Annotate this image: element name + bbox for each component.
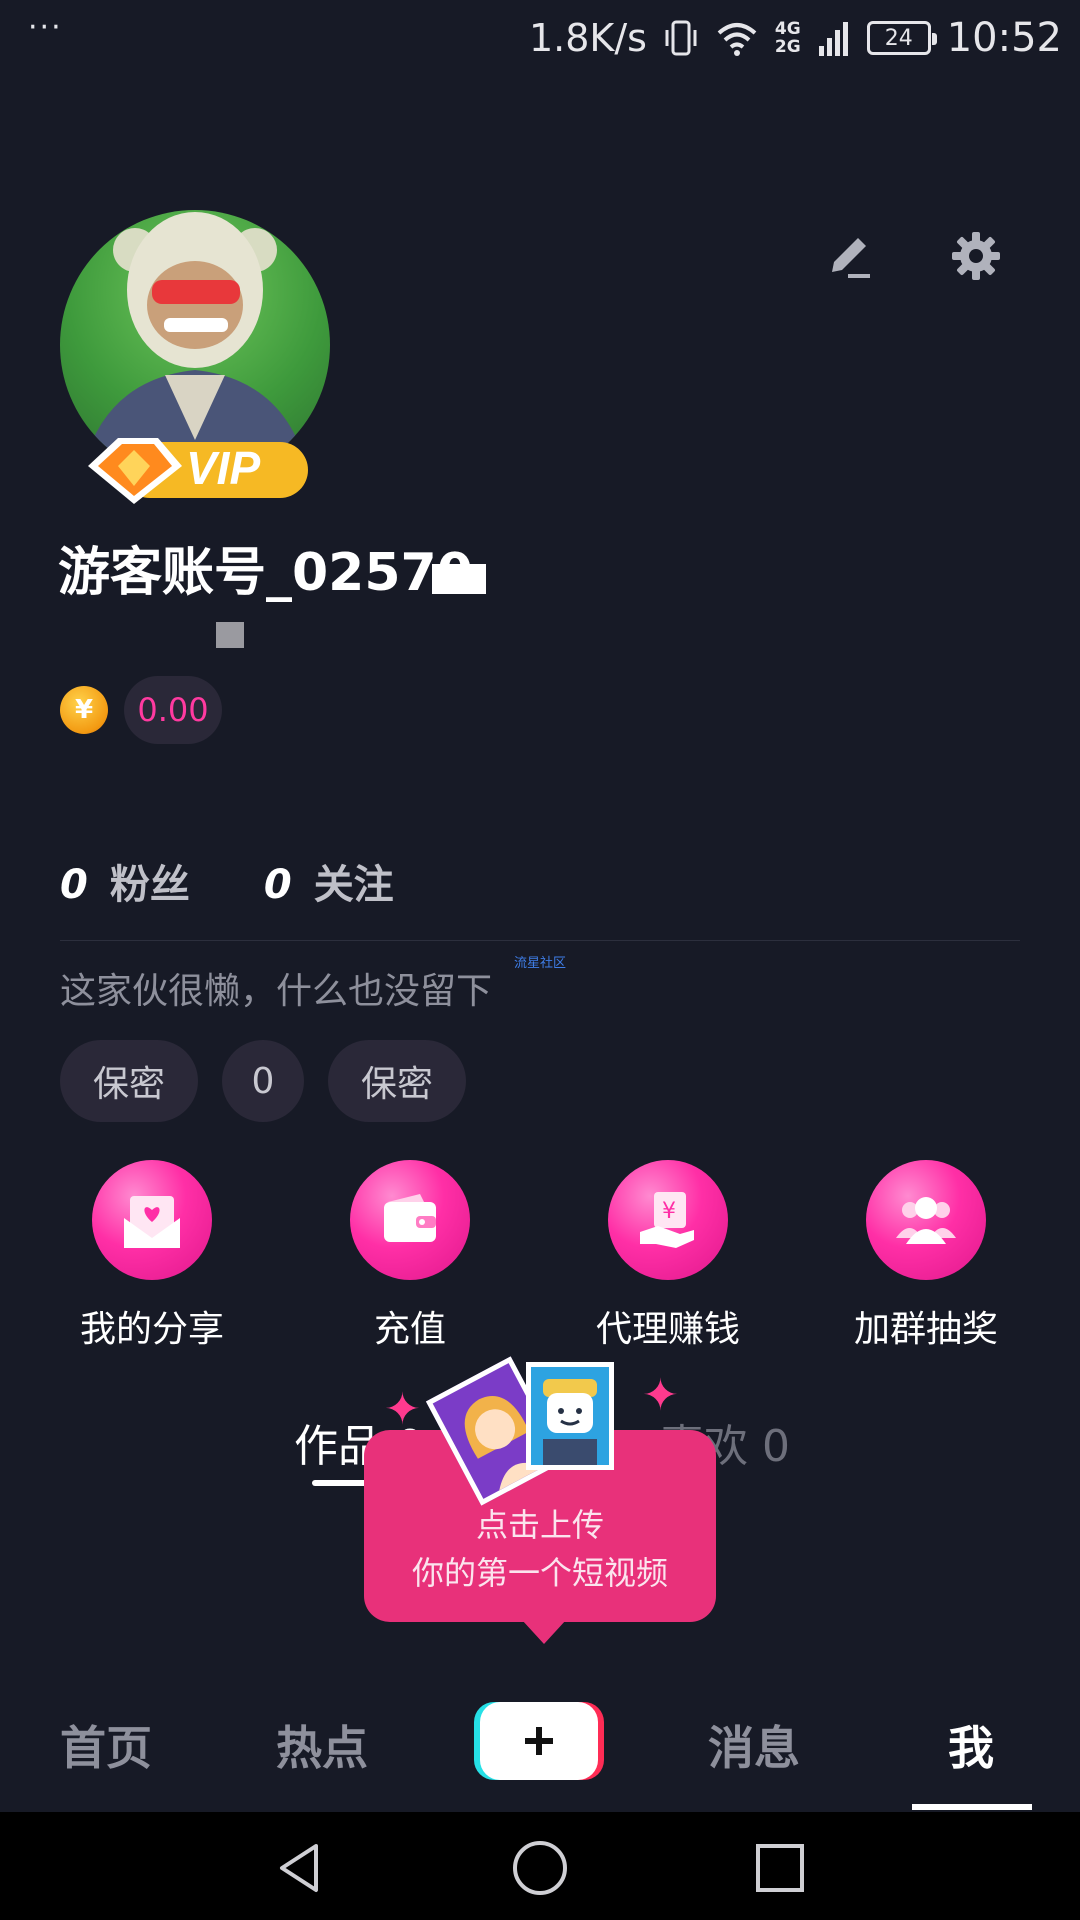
age-tag: 0 bbox=[222, 1040, 304, 1122]
status-menu-dots: ··· bbox=[28, 10, 63, 45]
recharge-button[interactable]: 充值 bbox=[300, 1160, 520, 1352]
hand-money-icon: ¥ bbox=[608, 1160, 728, 1280]
bottom-nav: 首页 热点 消息 我 bbox=[0, 1690, 1080, 1810]
join-group-button[interactable]: 加群抽奖 bbox=[816, 1160, 1036, 1352]
svg-text:¥: ¥ bbox=[662, 1199, 676, 1224]
boy-photo-icon bbox=[526, 1362, 614, 1470]
upload-plus-button[interactable] bbox=[480, 1702, 598, 1780]
coin-icon: ¥ bbox=[60, 686, 108, 734]
following-count[interactable]: 0 bbox=[264, 862, 292, 908]
my-share-label: 我的分享 bbox=[79, 1309, 224, 1350]
placeholder-square bbox=[216, 622, 244, 648]
net-speed: 1.8K/s bbox=[528, 16, 647, 60]
wallet-icon bbox=[350, 1160, 470, 1280]
network-top: 4G bbox=[774, 19, 801, 39]
gear-icon[interactable] bbox=[948, 228, 1004, 284]
my-share-button[interactable]: 我的分享 bbox=[42, 1160, 262, 1352]
sparkle-icon: ✦ bbox=[642, 1370, 679, 1421]
follow-stats: 0 粉丝 0 关注 bbox=[60, 852, 468, 910]
tooltip-line-1: 点击上传 bbox=[475, 1506, 604, 1544]
bio-text: 这家伙很懒，什么也没留下 bbox=[60, 971, 493, 1012]
share-envelope-icon bbox=[92, 1160, 212, 1280]
join-group-label: 加群抽奖 bbox=[853, 1309, 998, 1350]
agent-earn-button[interactable]: ¥ 代理赚钱 bbox=[558, 1160, 778, 1352]
watermark-text: 流星社区 bbox=[514, 956, 567, 971]
gender-tag: 保密 bbox=[60, 1040, 198, 1122]
recents-icon[interactable] bbox=[752, 1840, 808, 1896]
vibrate-icon bbox=[665, 20, 697, 56]
agent-earn-label: 代理赚钱 bbox=[595, 1309, 740, 1350]
following-label[interactable]: 关注 bbox=[314, 852, 394, 910]
username: 游客账号_02570 bbox=[58, 543, 473, 603]
edit-icon[interactable] bbox=[822, 228, 878, 284]
group-icon bbox=[866, 1160, 986, 1280]
redaction-block bbox=[432, 564, 486, 594]
nav-hot[interactable]: 热点 bbox=[276, 1712, 368, 1778]
recharge-label: 充值 bbox=[373, 1309, 446, 1350]
profile-tags: 保密 0 保密 bbox=[60, 1040, 466, 1122]
status-bar: ··· 1.8K/s 4G 2G 24 10:52 bbox=[0, 0, 1080, 76]
nav-me[interactable]: 我 bbox=[948, 1712, 994, 1778]
vip-badge: VIP bbox=[88, 438, 308, 504]
system-nav-bar bbox=[0, 1812, 1080, 1920]
location-tag: 保密 bbox=[328, 1040, 466, 1122]
balance-value[interactable]: 0.00 bbox=[124, 676, 222, 744]
vip-label: VIP bbox=[186, 442, 260, 494]
divider bbox=[60, 940, 1020, 941]
clock: 10:52 bbox=[946, 15, 1062, 61]
network-type: 4G 2G bbox=[775, 20, 801, 56]
followers-label[interactable]: 粉丝 bbox=[110, 852, 190, 910]
nav-home[interactable]: 首页 bbox=[60, 1712, 152, 1778]
followers-count[interactable]: 0 bbox=[60, 862, 88, 908]
back-icon[interactable] bbox=[272, 1840, 328, 1896]
battery-indicator: 24 bbox=[866, 21, 937, 55]
sparkle-icon: ✦ bbox=[384, 1384, 421, 1435]
home-icon[interactable] bbox=[510, 1840, 570, 1896]
nav-active-indicator bbox=[912, 1804, 1032, 1810]
nav-messages[interactable]: 消息 bbox=[708, 1712, 800, 1778]
status-right: 1.8K/s 4G 2G 24 10:52 bbox=[529, 14, 1062, 62]
signal-icon bbox=[818, 22, 848, 56]
wifi-icon bbox=[717, 23, 757, 56]
network-bottom: 2G bbox=[774, 37, 801, 57]
tooltip-line-2: 你的第一个短视频 bbox=[411, 1554, 668, 1592]
plus-icon bbox=[525, 1727, 553, 1755]
